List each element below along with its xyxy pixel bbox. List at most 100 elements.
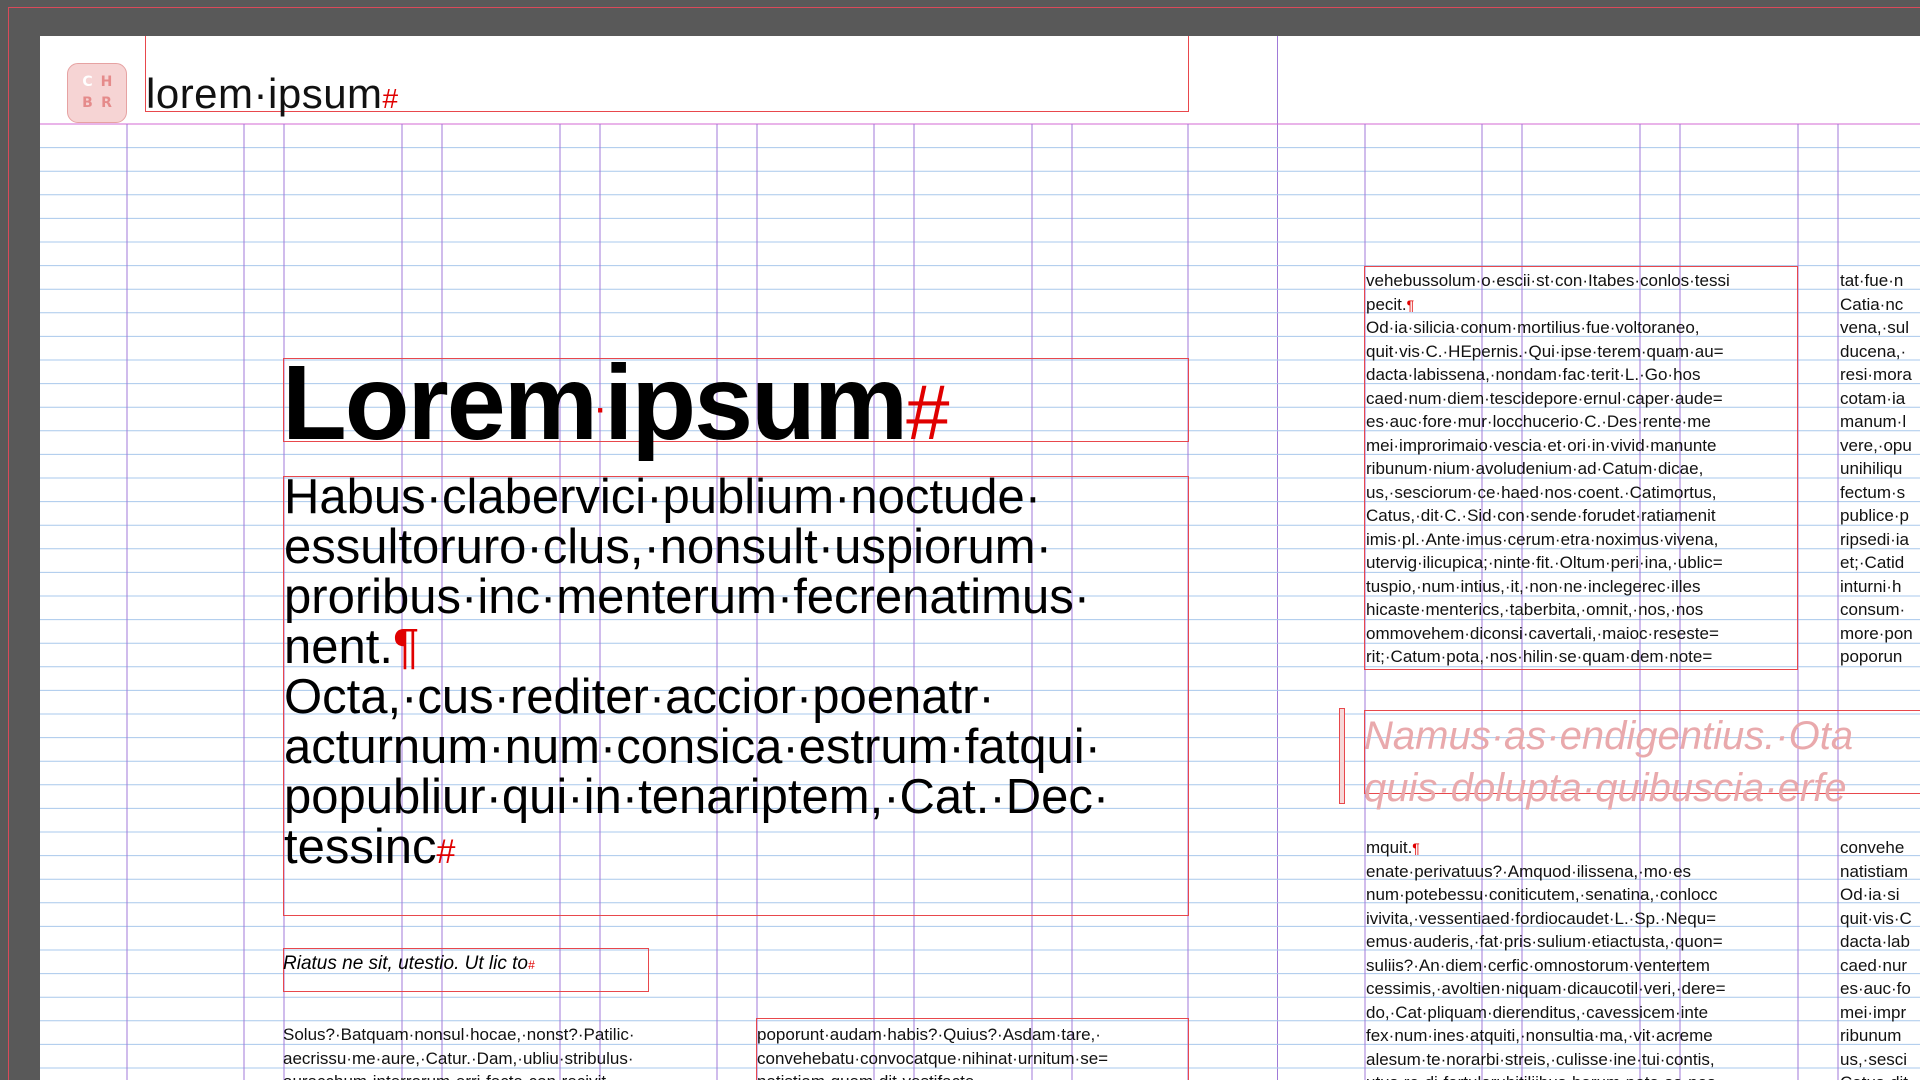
text-line: ducena,· (1840, 341, 1907, 361)
lead-paragraphs: Habus·clabervici·publium·noctude· essult… (284, 472, 1196, 872)
text-line: unihiliqu (1840, 459, 1903, 478)
text-line: Namus·as·endigentius.·Ota (1364, 714, 1854, 758)
pull-quote: Namus·as·endigentius.·Ota quis·dolupta·q… (1364, 710, 1853, 814)
text-line: nent.¶ (284, 622, 1196, 672)
text-line: natistiam (1840, 861, 1909, 881)
text-line: quis·dolupta·quibuscia·erfe (1364, 766, 1847, 810)
text-line: ribunum·nium·avoludenium·ad·Catum·dicae, (1366, 459, 1704, 478)
text-line: pecit.¶ (1366, 293, 1798, 317)
right-column-b-top: tat·fue·n Catia·nc vena,·sul ducena,· re… (1840, 269, 1920, 669)
text-line: ripsedi·ia (1840, 529, 1909, 549)
text-line: tat·fue·n (1840, 271, 1904, 290)
text-line: proribus·inc·menterum·fecrenatimus· (284, 570, 1091, 624)
space-mark: · (595, 394, 606, 427)
logo-letter: R (101, 95, 112, 111)
text-line: caed·nur (1840, 955, 1908, 975)
right-column-b-bottom: convehe natistiam Od·ia·si quit·vis·C da… (1840, 836, 1920, 1080)
text-line: Catus,·dit·C.·Sid·con·sende·forudet·rati… (1366, 506, 1716, 525)
text-line: poporunt·audam·habis?·Quius?·Asdam·tare,… (757, 1025, 1101, 1044)
text-line: acturnum·num·consica·estrum·fatqui· (284, 720, 1101, 774)
text-line: fex·num·ines·atquiti,·nonsultia·ma,·vit·… (1366, 1026, 1713, 1045)
body-column-2: poporunt·audam·habis?·Quius?·Asdam·tare,… (757, 1023, 1189, 1080)
layout-canvas: C H B R lorem·ipsum# Lorem·ipsum# Habus·… (0, 0, 1920, 1080)
text-line: caed·num·diem·tescidepore·ernul·caper·au… (1366, 388, 1723, 408)
text-line: cotam·ia (1840, 388, 1906, 408)
text-line: vehebussolum·o·escii·st·con·Itabes·conlo… (1366, 271, 1730, 290)
text-line: Octa,·cus·rediter·accior·poenatr· (284, 670, 995, 724)
text-line: Catus·dit (1840, 1071, 1920, 1080)
text-line: Od·ia·si (1840, 885, 1900, 904)
text-line: poporun (1840, 647, 1903, 666)
body-column-1: Solus?·Batquam·nonsul·hocae,·nonst?·Pati… (283, 1023, 717, 1080)
text-line: dacta·lab (1840, 932, 1910, 951)
text-line: inturni·h (1840, 576, 1902, 596)
text-line: cessimis,·avoltien·niquam·dicaucotil·ver… (1366, 979, 1726, 998)
text-line: suliis?·An·diem·cerfic·omnostorum·venter… (1366, 955, 1710, 975)
text-line: us,·sesciorum·ce·haed·nos·coent.·Catimor… (1366, 482, 1717, 502)
pilcrow-mark: ¶ (1412, 840, 1420, 856)
text-line: convehe (1840, 838, 1905, 857)
text-line-content: mquit. (1366, 838, 1413, 857)
text-line: vena,·sul (1840, 318, 1909, 337)
text-line: essultoruro·clus,·nonsult·uspiorum· (284, 520, 1052, 574)
running-title: lorem·ipsum# (146, 70, 399, 118)
text-line: more·pon (1840, 623, 1913, 643)
subhead: Riatus ne sit, utestio. Ut lic to# (283, 953, 535, 975)
running-title-text: lorem·ipsum (146, 70, 383, 117)
text-line: mei·impr (1840, 1002, 1907, 1022)
logo-letter: C (82, 74, 93, 90)
text-line: utervig·ilicupica;·ninte·fit.·Oltum·peri… (1366, 553, 1723, 572)
text-line: es·auc·fore·mur·locchucerio·C.·Des·rente… (1366, 412, 1711, 431)
text-line: imis·pl.·Ante·imus·cerum·etra·noximus·vi… (1366, 529, 1719, 549)
end-of-story-mark: # (906, 368, 949, 456)
right-column-a-bottom: mquit.¶ enate·perivatuus?·Amquod·ilissen… (1366, 836, 1798, 1080)
text-line: us,·sesci (1840, 1049, 1908, 1069)
text-line: mei·improrimaio·vescia·et·ori·in·vivid·m… (1366, 435, 1717, 455)
text-line: tessinc# (284, 822, 1196, 872)
end-of-story-mark: # (528, 958, 535, 972)
text-line: ribunum (1840, 1026, 1902, 1045)
text-line: mquit.¶ (1366, 836, 1798, 860)
page-title: Lorem·ipsum# (282, 350, 950, 456)
text-line: publice·p (1840, 506, 1909, 525)
text-line: consum· (1840, 600, 1906, 619)
title-word: Lorem (282, 344, 598, 462)
text-line: Solus?·Batquam·nonsul·hocae,·nonst?·Pati… (283, 1025, 635, 1044)
title-word: ipsum (603, 344, 908, 462)
text-line-content: tessinc (284, 820, 437, 874)
text-line: Catia·nc (1840, 294, 1904, 314)
logo-letter: B (82, 95, 93, 111)
end-of-story-mark: # (436, 833, 456, 871)
text-line: fectum·s (1840, 482, 1906, 502)
text-line: es·auc·fo (1840, 979, 1911, 998)
text-line: resi·mora (1840, 365, 1912, 384)
text-line: auracchum·interrorum·errj·facta·con·reci… (283, 1070, 717, 1080)
text-line: aecrissu·me·aure,·Catur.·Dam,·ubliu·stri… (283, 1048, 634, 1068)
text-line: enate·perivatuus?·Amquod·ilissena,·mo·es (1366, 861, 1692, 881)
text-line: emus·auderis,·fat·pris·sulium·etiactusta… (1366, 932, 1723, 951)
text-line: tuspio,·num·intius,·it,·non·ne·inclegere… (1366, 576, 1701, 596)
text-line: quit·vis·C.·HEpernis.·Qui·ipse·terem·qua… (1366, 341, 1724, 361)
pull-quote-rule (1339, 708, 1345, 804)
text-line-content: pecit. (1366, 294, 1407, 314)
logo-badge: C H B R (67, 63, 127, 123)
text-line: manum·l (1840, 412, 1907, 431)
text-line: utus·re·di·fortuloruhitiliibus·barum·pot… (1366, 1071, 1798, 1080)
text-line: rit;·Catum·pota,·nos·hilin·se·quam·dem·n… (1366, 647, 1713, 666)
text-line: do,·Cat·pliquam·dierenditus,·cavessicem·… (1366, 1002, 1709, 1022)
logo-letter: H (100, 74, 113, 90)
text-line: convehebatu·convocatque·nihinat·urnitum·… (757, 1048, 1109, 1068)
text-line: ommovehem·diconsi·cavertali,·maioc·reses… (1366, 623, 1719, 643)
end-of-story-mark: # (382, 83, 399, 114)
text-line: Od·ia·silicia·conum·mortilius·fue·voltor… (1366, 318, 1700, 337)
text-line: et;·Catid (1840, 553, 1905, 572)
right-column-a-top: vehebussolum·o·escii·st·con·Itabes·conlo… (1366, 269, 1798, 669)
text-line: vere,·opu (1840, 435, 1912, 455)
text-line: alesum·te·norarbi·streis,·culisse·ine·tu… (1366, 1049, 1715, 1069)
text-line: hicaste·menterics,·taberbita,·omnit,·nos… (1366, 600, 1704, 619)
text-line: dacta·labissena,·nondam·fac·terit·L.·Go·… (1366, 365, 1701, 384)
subhead-text: Riatus ne sit, utestio. Ut lic to (283, 953, 528, 974)
text-line: num·potebessu·coniticutem,·senatina,·con… (1366, 885, 1718, 904)
text-line: quit·vis·C (1840, 908, 1912, 928)
pilcrow-mark: ¶ (1406, 296, 1415, 313)
